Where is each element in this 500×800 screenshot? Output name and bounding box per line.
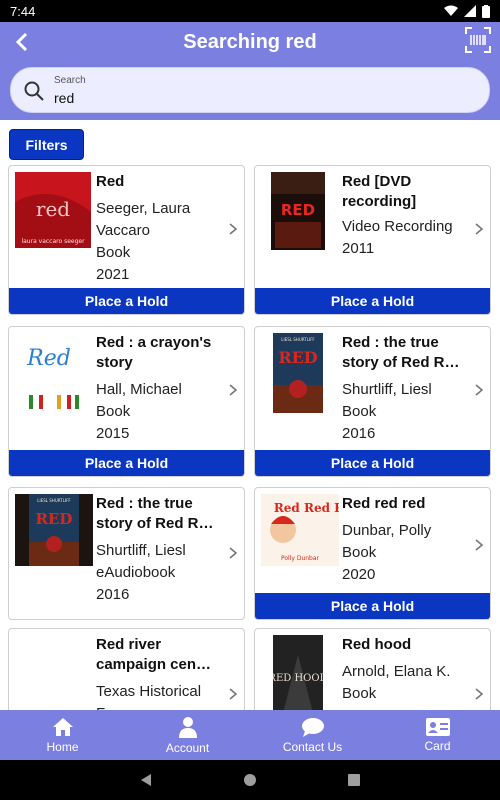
chevron-right-icon <box>229 223 238 235</box>
system-back-icon[interactable] <box>139 773 153 787</box>
search-bar[interactable]: Search <box>10 67 490 113</box>
place-hold-button[interactable]: Place a Hold <box>9 450 244 476</box>
chevron-right-icon <box>229 547 238 559</box>
results-grid: red laura vaccaro seeger Red Seeger, Lau… <box>0 165 500 710</box>
bottom-nav: Home Account Contact Us Card <box>0 710 500 760</box>
chevron-right-icon <box>229 384 238 396</box>
cover-title: RED <box>278 348 317 367</box>
result-year: 2015 <box>96 425 130 442</box>
nav-account[interactable]: Account <box>125 710 250 760</box>
chevron-right-icon <box>475 223 484 235</box>
page-title: Searching red <box>183 31 317 53</box>
chevron-right-icon <box>475 539 484 551</box>
person-icon <box>178 716 197 738</box>
filters-button[interactable]: Filters <box>9 129 84 160</box>
result-card[interactable]: RED HOOD Red hood Arnold, Elana K. Book <box>254 628 491 710</box>
search-icon <box>24 81 44 101</box>
result-card[interactable]: LIESL SHURTLIFF RED Red : the true story… <box>254 326 491 477</box>
result-author: Shurtliff, Liesl <box>342 381 432 398</box>
result-title: Red red red <box>342 495 426 512</box>
result-author: Texas Historical F… <box>96 683 202 710</box>
result-format: Book <box>342 685 377 702</box>
cover-author: Polly Dunbar <box>281 555 320 562</box>
cover-title: Red Red Red <box>274 501 339 515</box>
app-bar: Searching red Search <box>0 22 500 120</box>
book-cover: Red Red Red Polly Dunbar <box>261 494 339 566</box>
book-cover: RED HOOD <box>273 635 323 710</box>
home-icon <box>52 717 73 736</box>
result-card[interactable]: Red Red : a crayon's story Hall, Michael… <box>8 326 245 477</box>
signal-icon <box>464 5 476 17</box>
nav-home-label: Home <box>46 739 79 754</box>
chevron-right-icon <box>229 688 238 700</box>
result-author: Shurtliff, Liesl <box>96 542 186 559</box>
chevron-right-icon <box>475 688 484 700</box>
result-year: 2016 <box>96 586 130 603</box>
battery-icon <box>482 4 490 18</box>
book-cover: Red <box>15 333 91 413</box>
result-format: Book <box>96 403 131 420</box>
system-recents-icon[interactable] <box>347 773 361 787</box>
system-nav-bar <box>0 760 500 800</box>
status-time: 7:44 <box>10 3 36 19</box>
barcode-scan-icon <box>465 27 491 53</box>
place-hold-button[interactable]: Place a Hold <box>9 288 244 314</box>
result-year: 2011 <box>342 240 375 257</box>
result-format: Book <box>342 403 377 420</box>
result-card[interactable]: Red Red Red Polly Dunbar Red red red Dun… <box>254 487 491 620</box>
nav-account-label: Account <box>165 740 210 755</box>
nav-card-label: Card <box>424 738 451 753</box>
result-format: eAudiobook <box>96 564 176 581</box>
result-author: Seeger, Laura Vaccaro <box>96 200 191 239</box>
nav-contact[interactable]: Contact Us <box>250 710 375 760</box>
cover-title: RED <box>281 201 315 219</box>
barcode-scan-button[interactable] <box>464 26 492 54</box>
system-home-icon[interactable] <box>243 773 257 787</box>
chevron-right-icon <box>475 384 484 396</box>
search-label: Search <box>54 75 86 86</box>
result-card[interactable]: Red river campaign cen… Texas Historical… <box>8 628 245 710</box>
place-hold-button[interactable]: Place a Hold <box>255 450 490 476</box>
result-card[interactable]: LIESL SHURTLIFF RED Red : the true story… <box>8 487 245 620</box>
result-title: Red river campaign cen… <box>96 636 212 673</box>
id-card-icon <box>425 717 450 736</box>
book-cover: RED <box>271 172 325 250</box>
cover-author: laura vaccaro seeger <box>21 238 85 245</box>
result-format: Video Recording <box>342 218 453 235</box>
cover-title: red <box>36 197 70 221</box>
place-hold-button[interactable]: Place a Hold <box>255 593 490 619</box>
result-title: Red : the true story of Red R… <box>96 495 214 532</box>
result-format: Book <box>342 544 377 561</box>
cover-author: LIESL SHURTLIFF <box>37 498 71 503</box>
book-cover: LIESL SHURTLIFF RED <box>15 494 93 566</box>
result-card[interactable]: RED Red [DVD recording] Video Recording … <box>254 165 491 315</box>
book-cover: LIESL SHURTLIFF RED <box>273 333 323 413</box>
cover-author: LIESL SHURTLIFF <box>281 337 315 342</box>
search-input[interactable] <box>54 88 454 108</box>
result-title: Red hood <box>342 636 412 653</box>
cover-title: RED HOOD <box>273 673 323 684</box>
result-title: Red : the true story of Red R… <box>342 334 460 371</box>
result-title: Red : a crayon's story <box>96 334 212 371</box>
book-cover: red laura vaccaro seeger <box>15 172 91 248</box>
chat-bubble-icon <box>301 717 324 737</box>
result-author: Dunbar, Polly <box>342 522 432 539</box>
nav-home[interactable]: Home <box>0 710 125 760</box>
result-card[interactable]: red laura vaccaro seeger Red Seeger, Lau… <box>8 165 245 315</box>
result-title: Red [DVD recording] <box>342 173 417 210</box>
result-author: Hall, Michael <box>96 381 182 398</box>
result-author: Arnold, Elana K. <box>342 663 451 680</box>
nav-contact-label: Contact Us <box>282 739 343 754</box>
cover-title: Red <box>26 346 71 371</box>
cover-title: RED <box>36 510 73 528</box>
nav-card[interactable]: Card <box>375 710 500 760</box>
result-year: 2020 <box>342 566 376 583</box>
status-bar: 7:44 <box>0 0 500 22</box>
wifi-icon <box>444 5 458 16</box>
place-hold-button[interactable]: Place a Hold <box>255 288 490 314</box>
result-title: Red <box>96 173 125 190</box>
result-year: 2016 <box>342 425 376 442</box>
result-year: 2021 <box>96 266 130 283</box>
result-format: Book <box>96 244 131 261</box>
